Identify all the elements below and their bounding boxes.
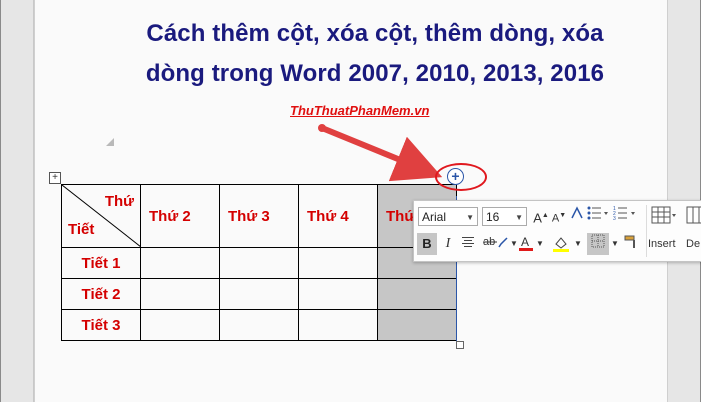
delete-label[interactable]: De [686,238,700,250]
header-cell[interactable]: Thứ 2 [140,184,220,248]
left-gray-margin [0,0,33,402]
row-header-cell[interactable]: Tiết 3 [61,309,141,341]
table-row: Tiết 3 [61,309,457,341]
chevron-down-icon[interactable]: ▼ [610,234,620,254]
center-align-icon[interactable] [459,234,477,254]
table-cell[interactable] [219,247,299,279]
table-cell[interactable] [219,309,299,341]
table-delete-icon[interactable] [684,205,701,229]
header-cell[interactable]: Thứ 4 [298,184,378,248]
font-color-icon[interactable]: A [518,234,534,254]
italic-icon[interactable]: I [439,234,457,254]
table-cell[interactable] [298,278,378,310]
font-size-value: 16 [486,210,500,224]
table-cell[interactable] [140,309,220,341]
toolbar-separator [646,205,647,257]
document-title: Cách thêm cột, xóa cột, thêm dòng, xóa d… [70,14,680,94]
site-link[interactable]: ThuThuatPhanMem.vn [290,103,429,118]
red-arrow [318,124,443,182]
font-name-select[interactable]: Arial ▼ [418,207,478,226]
mini-toolbar: Arial ▼ 16 ▼ A▲ A▼ 1 2 3 B I ab ▼ A ▼ ▼ … [413,200,701,262]
table-row: Tiết 1 [61,247,457,279]
chevron-down-icon: ▼ [466,213,474,222]
chevron-down-icon[interactable]: ▼ [535,234,545,254]
table-cell[interactable] [219,278,299,310]
svg-text:A: A [521,235,529,249]
corner-cell[interactable]: Thứ Tiết [61,184,141,248]
chevron-down-icon: ▼ [515,213,523,222]
shading-icon[interactable] [552,234,572,254]
header-cell[interactable]: Thứ 3 [219,184,299,248]
font-name-value: Arial [422,210,447,224]
table-row: Tiết 2 [61,278,457,310]
paragraph-marker [106,138,114,146]
corner-bottom-label: Tiết [68,221,95,238]
font-size-select[interactable]: 16 ▼ [482,207,527,226]
title-line-2: dòng trong Word 2007, 2010, 2013, 2016 [145,60,605,87]
bullets-icon[interactable] [586,206,610,226]
bold-icon[interactable]: B [417,233,437,255]
table-move-icon[interactable]: + [49,172,61,184]
table-cell-selected[interactable] [377,309,457,341]
table-header-row: Thứ Tiết Thứ 2 Thứ 3 Thứ 4 Thứ [61,184,457,248]
row-header-cell[interactable]: Tiết 2 [61,278,141,310]
table-insert-icon[interactable] [650,205,678,229]
table-resize-handle[interactable] [456,341,464,349]
chevron-down-icon[interactable]: ▼ [573,234,583,254]
grow-font-icon[interactable]: A▲ [532,206,550,226]
corner-top-label: Thứ [104,193,134,210]
table-cell[interactable] [140,247,220,279]
borders-icon[interactable] [587,233,609,255]
styles-icon[interactable] [568,206,586,226]
shrink-font-icon[interactable]: A▼ [550,206,568,226]
schedule-table: Thứ Tiết Thứ 2 Thứ 3 Thứ 4 Thứ Tiết 1 Ti… [61,184,457,341]
table-cell[interactable] [298,247,378,279]
numbering-icon[interactable]: 1 2 3 [612,206,638,226]
table-cell-selected[interactable] [377,278,457,310]
insert-label[interactable]: Insert [648,238,676,250]
svg-text:3: 3 [613,216,616,220]
row-header-cell[interactable]: Tiết 1 [61,247,141,279]
format-painter-icon[interactable] [622,234,640,254]
strikethrough-icon[interactable]: ab [481,234,511,254]
table-cell[interactable] [140,278,220,310]
table-cell[interactable] [298,309,378,341]
title-line-1: Cách thêm cột, xóa cột, thêm dòng, xóa [146,20,604,47]
insert-column-plus-icon[interactable]: + [447,168,464,185]
left-frame-line [0,0,1,402]
